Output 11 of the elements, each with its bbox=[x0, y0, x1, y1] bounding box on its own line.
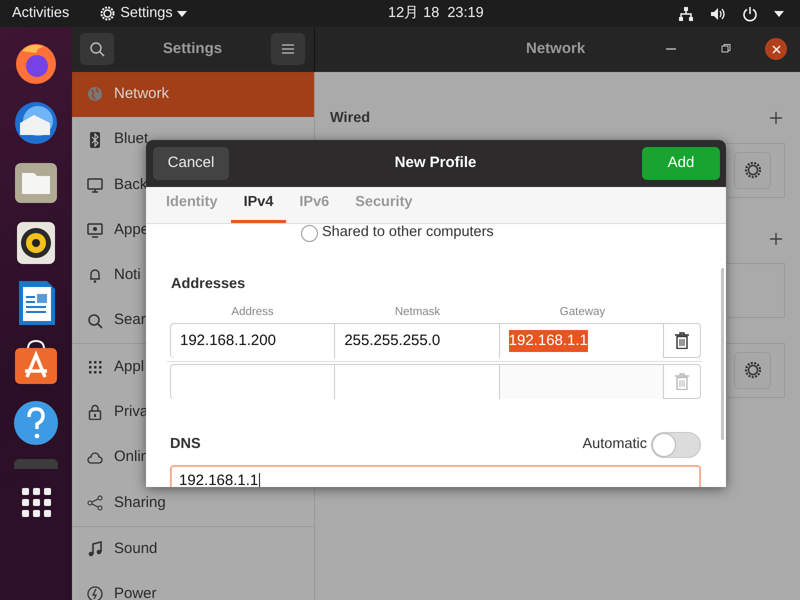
window-title: Network bbox=[526, 39, 586, 60]
section-title: Wired bbox=[330, 108, 370, 128]
section-title: DNS bbox=[170, 435, 201, 454]
column-header: Netmask bbox=[394, 304, 442, 320]
dialog-title: New Profile bbox=[394, 153, 478, 174]
toggle-label: Automatic bbox=[582, 435, 647, 454]
column-header: Address bbox=[230, 304, 275, 320]
column-header: Gateway bbox=[558, 304, 606, 320]
sidebar-title: Settings bbox=[162, 39, 222, 60]
radio-label: Shared to other computers bbox=[322, 223, 494, 242]
section-title: Addresses bbox=[171, 275, 246, 294]
